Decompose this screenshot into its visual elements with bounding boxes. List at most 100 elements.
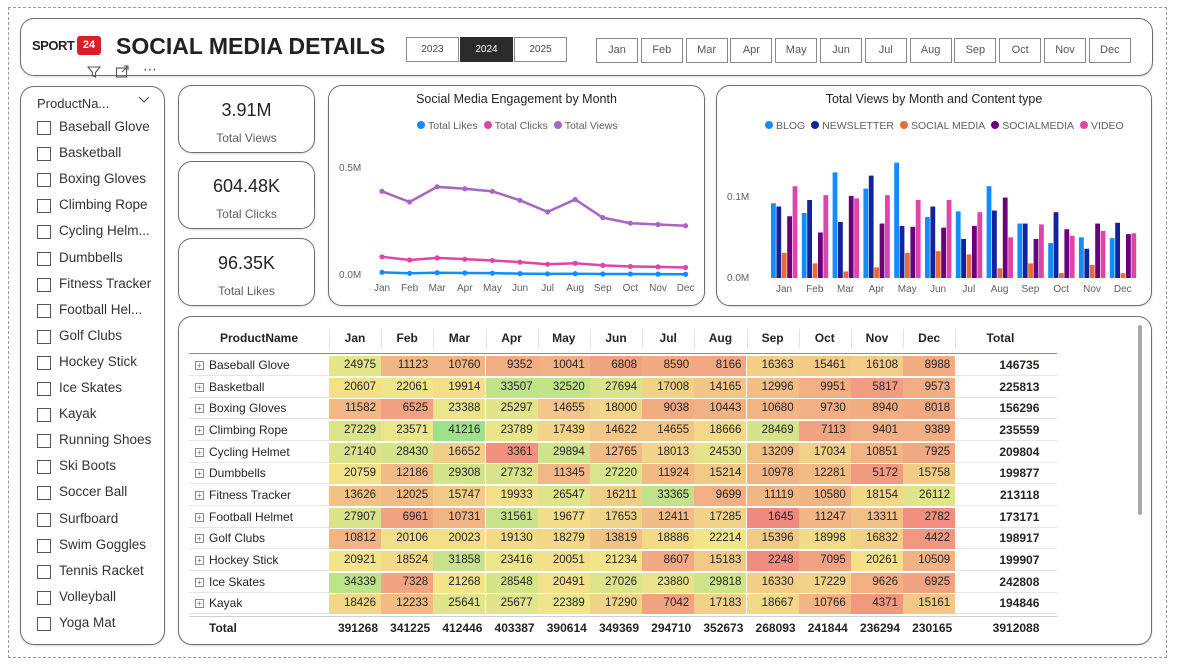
data-point[interactable] [655,271,661,277]
month-button-mar[interactable]: Mar [685,38,728,63]
slicer-item[interactable]: Kayak [37,405,165,425]
bar-blog[interactable] [894,162,899,278]
bar-socialmedia[interactable] [1002,197,1008,278]
bar-blog[interactable] [1079,237,1084,278]
month-button-jan[interactable]: Jan [596,38,638,63]
engagement-line-chart[interactable]: Social Media Engagement by Month Total L… [328,85,705,306]
column-header-month[interactable]: Mar [433,325,485,353]
data-point[interactable] [627,263,633,270]
bar-socialmedia[interactable] [818,232,823,279]
month-button-dec[interactable]: Dec [1088,38,1131,63]
bar-social-media[interactable] [843,271,849,279]
data-point[interactable] [655,221,661,228]
expand-icon[interactable]: + [195,555,204,565]
column-header-month[interactable]: Jan [329,325,381,353]
data-point[interactable] [462,256,468,262]
data-point[interactable] [600,215,606,221]
bar-blog[interactable] [986,186,992,278]
bar-newsletter[interactable] [1022,223,1028,278]
year-button-2025[interactable]: 2025 [514,37,567,62]
slicer-item[interactable]: Golf Clubs [37,327,165,347]
checkbox[interactable] [37,173,51,188]
data-point[interactable] [545,209,551,215]
checkbox[interactable] [37,460,51,475]
bar-blog[interactable] [863,188,869,278]
more-options-icon[interactable]: ⋯ [143,61,157,78]
bar-video[interactable] [792,186,798,278]
bar-video[interactable] [1008,237,1013,278]
checkbox[interactable] [37,251,51,266]
checkbox[interactable] [37,590,51,605]
checkbox[interactable] [37,564,51,579]
slicer-item[interactable]: Dumbbells [37,249,165,269]
data-point[interactable] [683,264,689,271]
bar-video[interactable] [915,200,921,278]
expand-icon[interactable]: + [195,577,204,587]
data-point[interactable] [683,271,689,277]
data-point[interactable] [545,271,551,277]
bar-socialmedia[interactable] [1064,229,1070,278]
data-point[interactable] [655,264,661,270]
vertical-scrollbar[interactable] [1138,325,1142,515]
bar-social-media[interactable] [781,252,787,278]
bar-newsletter[interactable] [838,221,843,278]
bar-blog[interactable] [801,213,807,278]
column-header-month[interactable]: Dec [903,325,955,353]
slicer-item[interactable]: Yoga Mat [37,614,165,634]
bar-socialmedia[interactable] [1126,234,1131,278]
data-point[interactable] [627,220,633,226]
data-point[interactable] [572,196,578,203]
data-point[interactable] [489,257,495,264]
checkbox[interactable] [37,199,51,214]
data-point[interactable] [379,188,385,194]
bar-social-media[interactable] [997,268,1003,278]
data-point[interactable] [627,271,633,277]
bar-social-media[interactable] [905,252,910,278]
bar-socialmedia[interactable] [1033,239,1039,278]
bar-social-media[interactable] [966,254,972,278]
checkbox[interactable] [37,121,51,135]
column-header-month[interactable]: Feb [381,325,433,353]
month-button-may[interactable]: May [775,38,818,63]
slicer-item[interactable]: Climbing Rope [37,196,165,216]
data-point[interactable] [517,197,523,203]
expand-icon[interactable]: + [195,469,204,479]
checkbox[interactable] [37,538,51,553]
bar-social-media[interactable] [1028,263,1033,278]
expand-icon[interactable]: + [195,447,204,457]
data-point[interactable] [572,260,578,266]
bar-blog[interactable] [771,203,776,278]
expand-icon[interactable]: + [195,512,204,522]
bar-socialmedia[interactable] [941,227,946,278]
views-bar-chart[interactable]: Total Views by Month and Content type BL… [716,85,1152,306]
column-header-month[interactable]: Aug [694,325,746,353]
bar-socialmedia[interactable] [848,195,854,278]
bar-newsletter[interactable] [1115,222,1120,278]
slicer-item[interactable]: Cycling Helm... [37,222,165,242]
data-point[interactable] [600,271,606,277]
bar-blog[interactable] [832,172,838,278]
expand-icon[interactable]: + [195,382,204,392]
slicer-item[interactable]: Running Shoes [37,431,165,451]
data-point[interactable] [434,270,440,276]
series-line-total-clicks[interactable] [381,255,686,269]
column-header-month[interactable]: Apr [486,325,538,353]
data-point[interactable] [434,255,440,261]
slicer-item[interactable]: Soccer Ball [37,483,165,503]
slicer-item[interactable]: Baseball Glove [37,118,165,138]
bar-socialmedia[interactable] [910,226,916,278]
data-point[interactable] [462,186,468,192]
focus-mode-icon[interactable] [115,65,129,82]
bar-video[interactable] [885,195,890,278]
data-point[interactable] [379,254,385,260]
year-button-2024[interactable]: 2024 [460,37,513,62]
column-header-month[interactable]: Nov [851,325,903,353]
checkbox[interactable] [37,434,51,449]
data-point[interactable] [407,199,413,205]
bar-newsletter[interactable] [992,210,997,278]
bar-socialmedia[interactable] [879,223,885,278]
bar-video[interactable] [946,200,952,278]
column-header-month[interactable]: Sep [747,325,799,353]
bar-blog[interactable] [1017,223,1023,278]
series-line-total-likes[interactable] [381,271,686,276]
